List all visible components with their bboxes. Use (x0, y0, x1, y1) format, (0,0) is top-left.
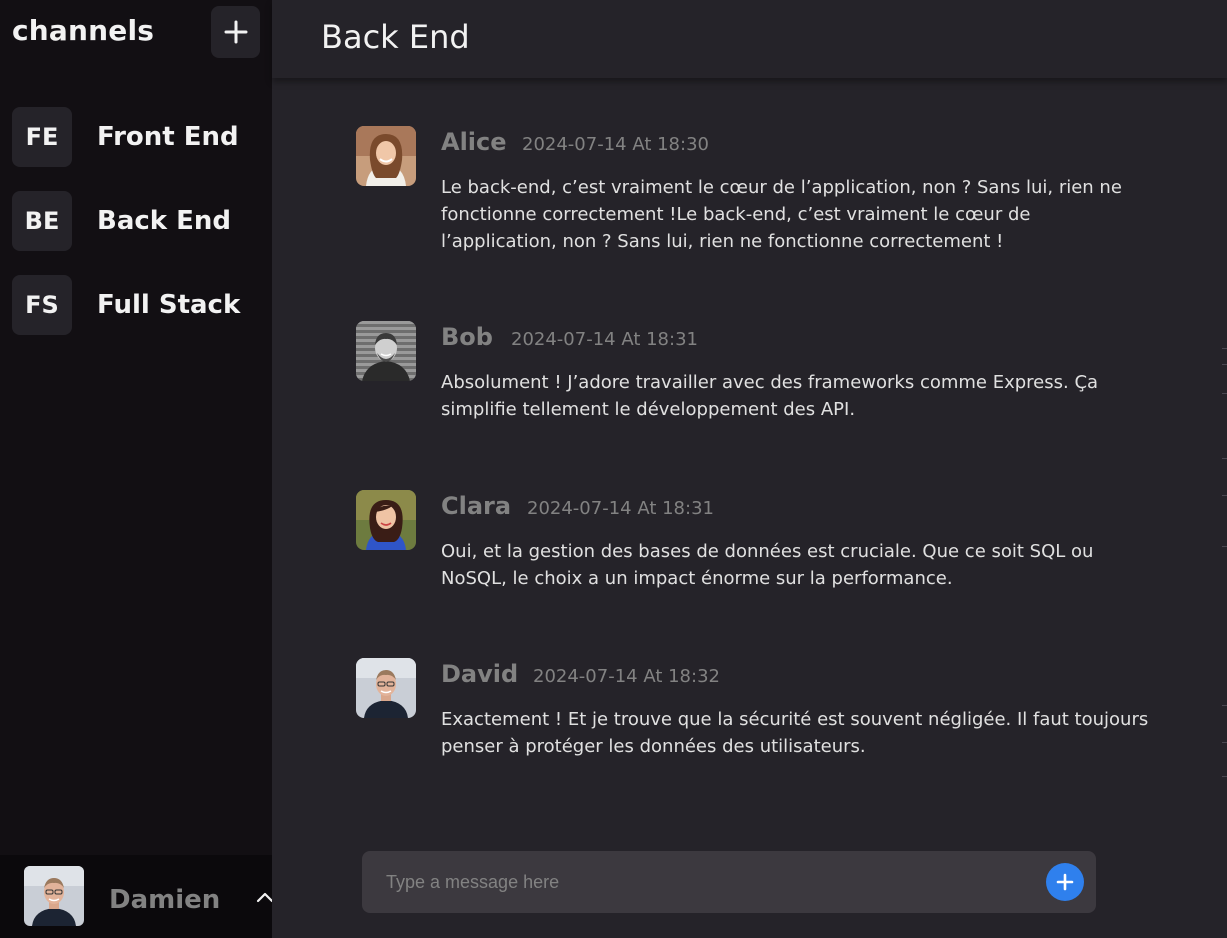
message-text: Oui, et la gestion des bases de données … (441, 541, 1094, 589)
channel-abbr: FE (12, 107, 72, 167)
channel-list: FE Front End BE Back End FS Full Stack (12, 107, 240, 359)
clara-avatar (356, 490, 416, 550)
plus-icon (224, 20, 247, 44)
alice-avatar (356, 126, 416, 186)
bob-avatar (356, 321, 416, 381)
window-edge (1222, 0, 1227, 938)
channel-item-full-stack[interactable]: FS Full Stack (12, 275, 240, 335)
current-user-avatar (24, 866, 84, 926)
channel-abbr: FS (12, 275, 72, 335)
add-channel-button[interactable] (211, 6, 260, 58)
message-timestamp: 2024-07-14 At 18:30 (522, 134, 709, 155)
chat-app: channels FE Front End BE Back End FS Ful… (0, 0, 1227, 938)
message-composer (362, 851, 1096, 913)
channel-item-front-end[interactable]: FE Front End (12, 107, 240, 167)
message-author: David (441, 660, 519, 688)
message-timestamp: 2024-07-14 At 18:31 (511, 329, 698, 350)
current-user-name: Damien (109, 885, 221, 915)
message-timestamp: 2024-07-14 At 18:31 (527, 498, 714, 519)
david-avatar (356, 658, 416, 718)
message-timestamp: 2024-07-14 At 18:32 (533, 666, 720, 687)
message-text: Absolument ! J’adore travailler avec des… (441, 372, 1099, 420)
channel-title: Back End (321, 18, 470, 56)
message-author: Clara (441, 492, 512, 520)
message-author: Bob (441, 323, 493, 351)
channel-name: Full Stack (97, 290, 241, 320)
message-text: Le back-end, c’est vraiment le cœur de l… (441, 177, 1122, 252)
message-input[interactable] (376, 851, 1036, 913)
channel-name: Back End (97, 206, 231, 236)
message-text: Exactement ! Et je trouve que la sécurit… (441, 709, 1149, 757)
send-button[interactable] (1046, 863, 1084, 901)
channel-name: Front End (97, 122, 239, 152)
plus-icon (1056, 873, 1074, 891)
sidebar-title: channels (12, 14, 155, 47)
channel-header: Back End (272, 0, 1227, 78)
chat-main: Back End Alice 2024-07-14 At 18:30 Le ba… (272, 0, 1227, 938)
message-author: Alice (441, 128, 507, 156)
channel-item-back-end[interactable]: BE Back End (12, 191, 240, 251)
sidebar: channels FE Front End BE Back End FS Ful… (0, 0, 274, 938)
channel-abbr: BE (12, 191, 72, 251)
sidebar-header: channels (0, 0, 272, 66)
current-user-footer: Damien (0, 855, 274, 938)
